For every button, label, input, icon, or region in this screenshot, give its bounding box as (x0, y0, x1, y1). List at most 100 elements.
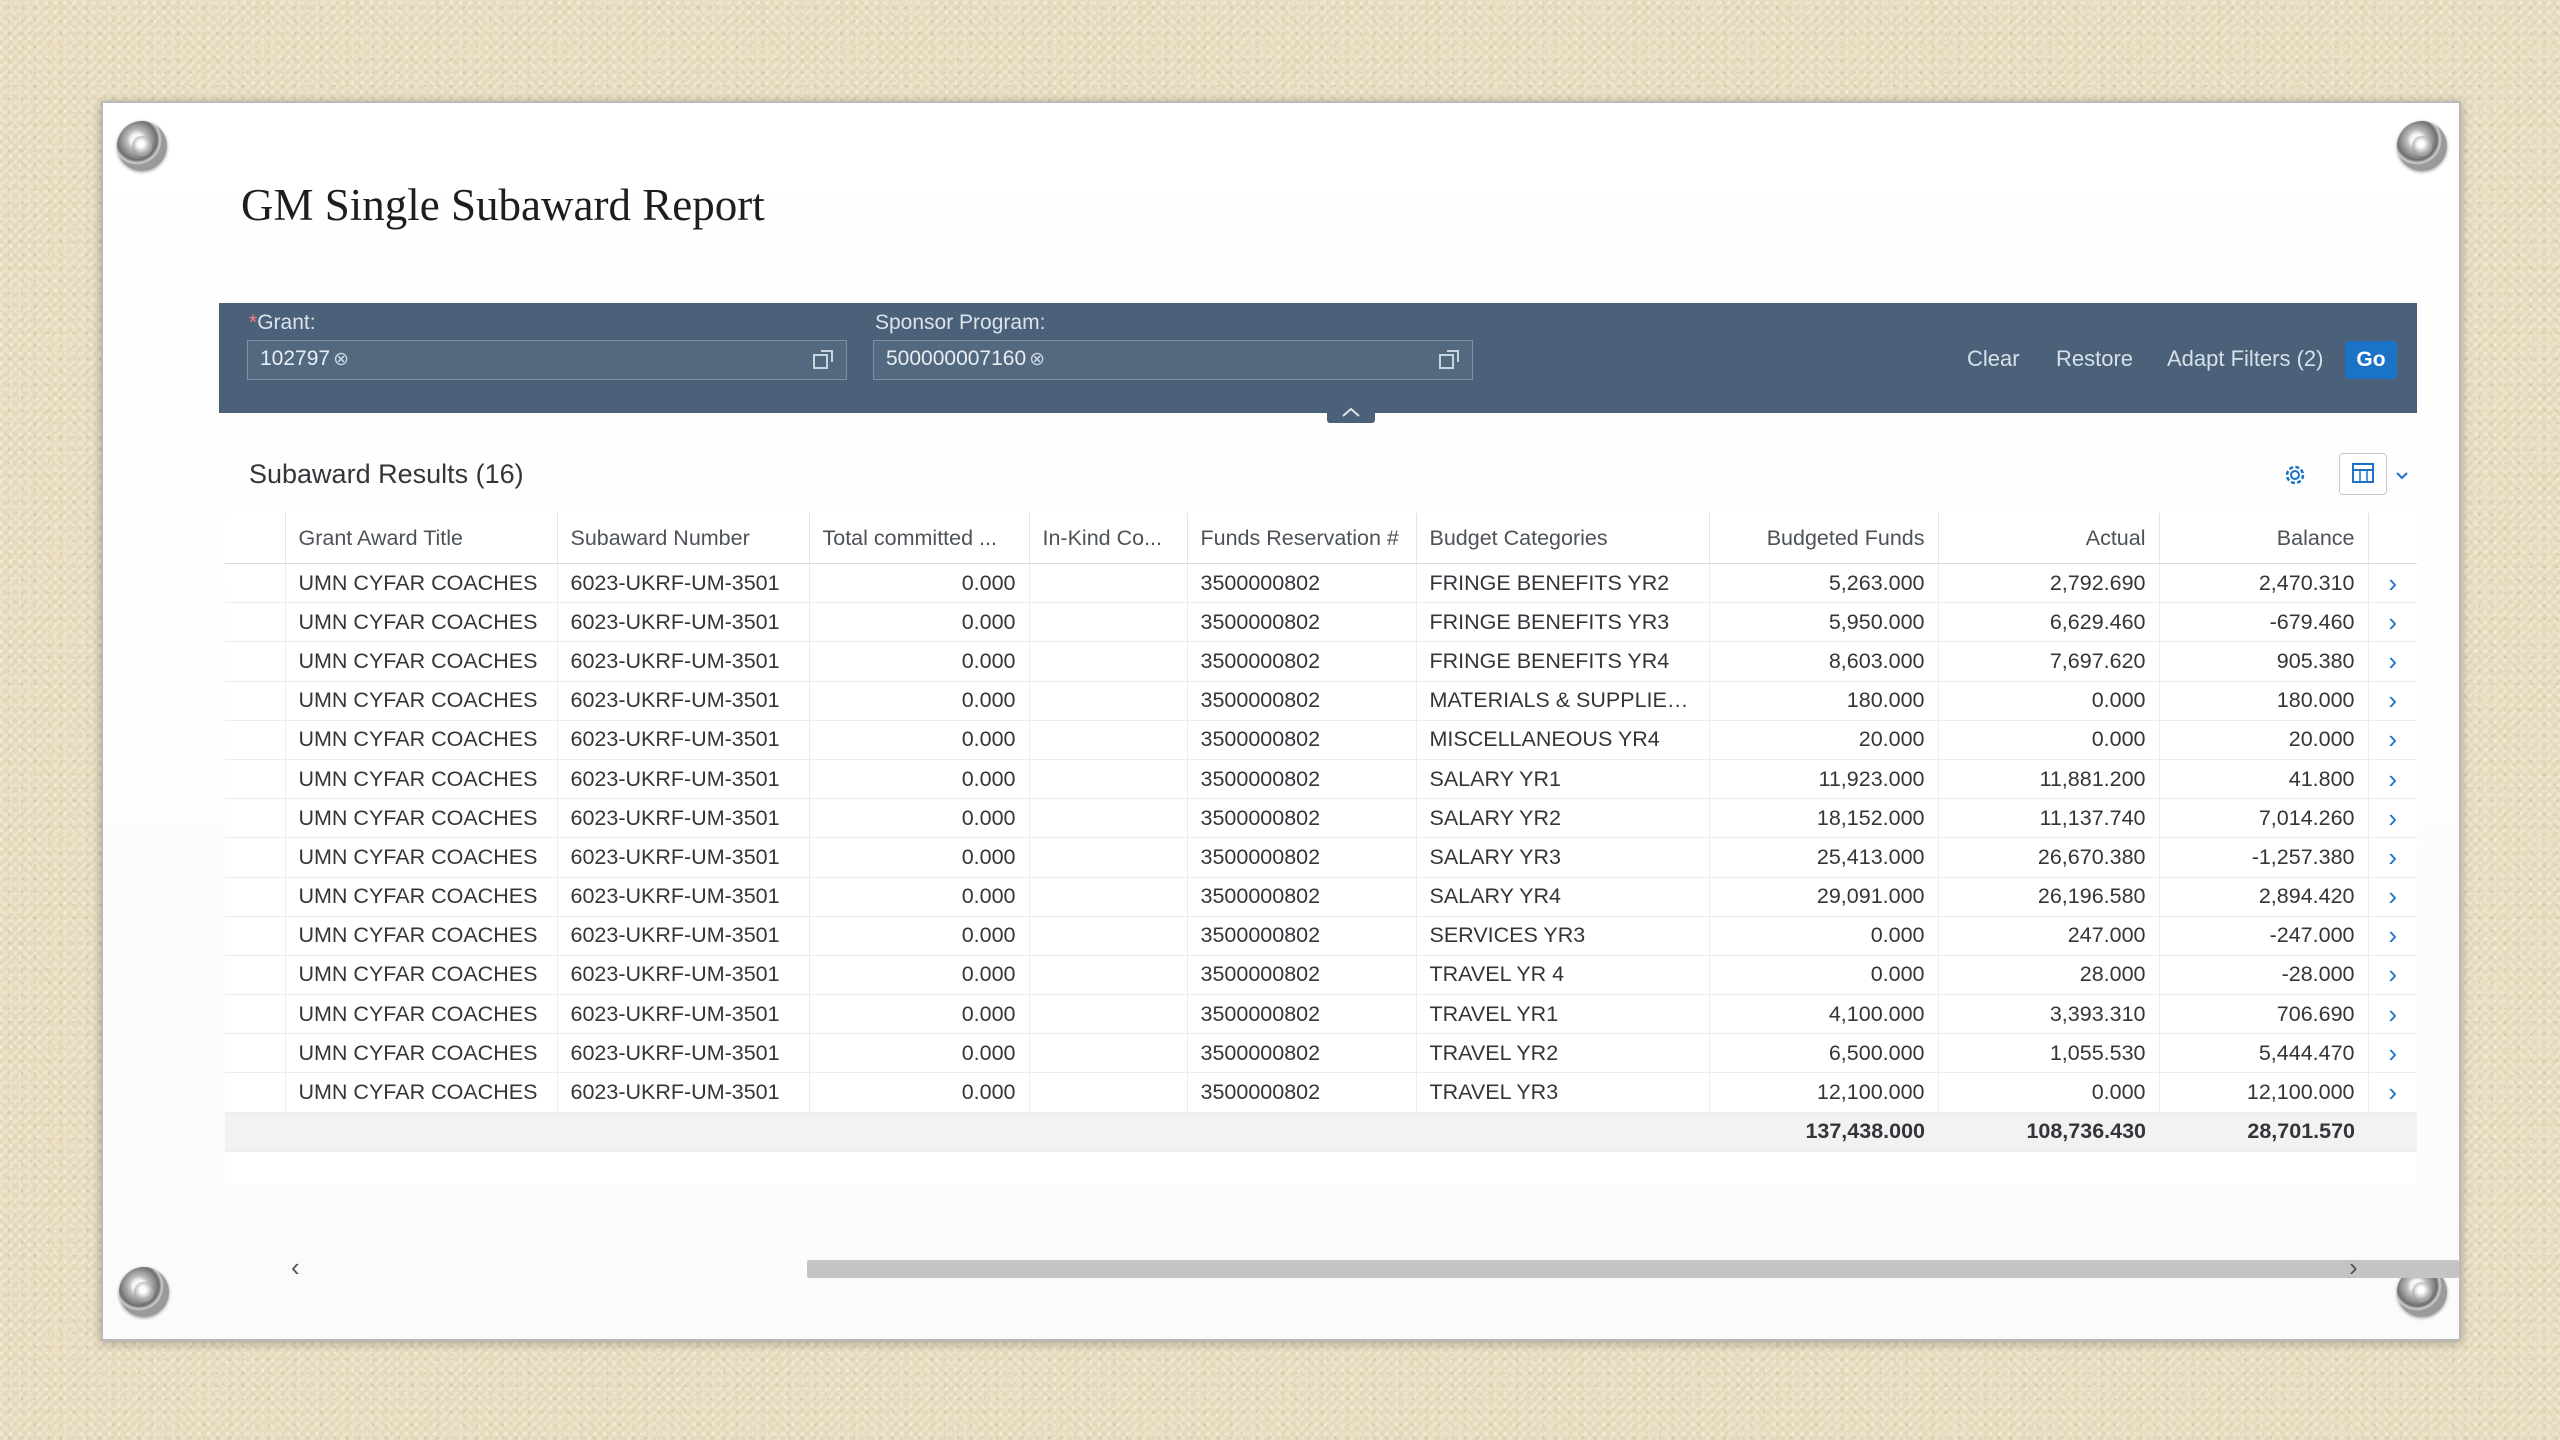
row-navigation-icon[interactable]: › (2368, 798, 2417, 839)
cell-reservation: 3500000802 (1187, 798, 1417, 839)
table-row[interactable]: UMN CYFAR COACHES 6023-UKRF-UM-3501 0.000 3… (225, 1072, 2417, 1113)
total-budgeted: 137,438.000 (1709, 1112, 1938, 1152)
cell-title: UMN CYFAR COACHES (285, 720, 558, 760)
cell-subaward: 6023-UKRF-UM-3501 (557, 994, 810, 1035)
column-header[interactable]: Funds Reservation # (1187, 513, 1417, 564)
row-navigation-icon[interactable]: › (2368, 1033, 2417, 1074)
cell-committed: 0.000 (809, 602, 1030, 643)
cell-subaward: 6023-UKRF-UM-3501 (557, 837, 810, 878)
row-selector[interactable] (225, 759, 286, 800)
row-selector[interactable] (225, 877, 286, 917)
sponsor-filter-input[interactable]: 500000007160 ⊗ (873, 340, 1473, 380)
column-header[interactable]: Budget Categories (1416, 513, 1710, 564)
row-navigation-icon[interactable]: › (2368, 602, 2417, 643)
cell-title: UMN CYFAR COACHES (285, 798, 558, 839)
clear-button[interactable]: Clear (1967, 346, 2020, 372)
table-row[interactable]: UMN CYFAR COACHES 6023-UKRF-UM-3501 0.000 3… (225, 877, 2417, 917)
column-header[interactable]: Budgeted Funds (1709, 513, 1939, 564)
row-selector[interactable] (225, 681, 286, 721)
scrollbar-thumb[interactable] (807, 1260, 2459, 1278)
row-selector[interactable] (225, 563, 286, 604)
row-selector[interactable] (225, 994, 286, 1035)
column-header[interactable]: Actual (1938, 513, 2160, 564)
row-navigation-icon[interactable]: › (2368, 916, 2417, 956)
row-navigation-icon[interactable]: › (2368, 955, 2417, 996)
cell-inkind (1029, 602, 1188, 643)
column-header[interactable]: Balance (2159, 513, 2369, 564)
export-button[interactable] (2339, 453, 2387, 495)
row-navigation-icon[interactable]: › (2368, 994, 2417, 1035)
cell-committed: 0.000 (809, 916, 1030, 956)
row-selector[interactable] (225, 1072, 286, 1113)
row-selector[interactable] (225, 1033, 286, 1074)
cell-balance: 7,014.260 (2159, 798, 2369, 839)
row-navigation-icon[interactable]: › (2368, 720, 2417, 760)
totals-row: 137,438.000 108,736.430 28,701.570 (225, 1112, 2417, 1152)
horizontal-scrollbar[interactable]: ‹ › (225, 1252, 2459, 1284)
results-table-container: Grant Award Title Subaward Number Total … (225, 513, 2417, 1185)
cell-category: SERVICES YR3 (1416, 916, 1710, 956)
token-remove-icon[interactable]: ⊗ (333, 349, 349, 370)
column-header[interactable]: Total committed ... (809, 513, 1030, 564)
cell-inkind (1029, 837, 1188, 878)
table-row[interactable]: UMN CYFAR COACHES 6023-UKRF-UM-3501 0.000 3… (225, 916, 2417, 956)
table-row[interactable]: UMN CYFAR COACHES 6023-UKRF-UM-3501 0.000 3… (225, 641, 2417, 682)
cell-actual: 11,137.740 (1938, 798, 2160, 839)
row-navigation-icon[interactable]: › (2368, 1072, 2417, 1113)
sponsor-filter-label: Sponsor Program: (875, 311, 1046, 334)
row-selector[interactable] (225, 916, 286, 956)
row-selector[interactable] (225, 641, 286, 682)
grant-filter-label: *Grant: (249, 311, 316, 335)
row-navigation-icon[interactable]: › (2368, 563, 2417, 604)
cell-subaward: 6023-UKRF-UM-3501 (557, 563, 810, 604)
table-row[interactable]: UMN CYFAR COACHES 6023-UKRF-UM-3501 0.000 3… (225, 681, 2417, 721)
report-sheet: GM Single Subaward Report *Grant: 102797… (101, 101, 2461, 1341)
table-row[interactable]: UMN CYFAR COACHES 6023-UKRF-UM-3501 0.000 3… (225, 1033, 2417, 1074)
table-row[interactable]: UMN CYFAR COACHES 6023-UKRF-UM-3501 0.000 3… (225, 837, 2417, 878)
table-row[interactable]: UMN CYFAR COACHES 6023-UKRF-UM-3501 0.000 3… (225, 720, 2417, 760)
row-navigation-icon[interactable]: › (2368, 641, 2417, 682)
table-row[interactable]: UMN CYFAR COACHES 6023-UKRF-UM-3501 0.000 3… (225, 759, 2417, 800)
adapt-filters-button[interactable]: Adapt Filters (2) (2167, 346, 2324, 372)
cell-reservation: 3500000802 (1187, 994, 1417, 1035)
row-selector[interactable] (225, 720, 286, 760)
row-selector[interactable] (225, 798, 286, 839)
cell-title: UMN CYFAR COACHES (285, 681, 558, 721)
row-navigation-icon[interactable]: › (2368, 837, 2417, 878)
cell-reservation: 3500000802 (1187, 641, 1417, 682)
row-navigation-icon[interactable]: › (2368, 877, 2417, 917)
column-header[interactable]: In-Kind Co... (1029, 513, 1188, 564)
cell-budgeted: 25,413.000 (1709, 837, 1939, 878)
restore-button[interactable]: Restore (2056, 346, 2133, 372)
column-header[interactable]: Grant Award Title (285, 513, 558, 564)
row-selector[interactable] (225, 955, 286, 996)
table-row[interactable]: UMN CYFAR COACHES 6023-UKRF-UM-3501 0.000 3… (225, 955, 2417, 996)
grant-filter-input[interactable]: 102797 ⊗ (247, 340, 847, 380)
chevron-up-icon (1342, 407, 1360, 417)
screw-top-left-icon (117, 121, 167, 171)
table-row[interactable]: UMN CYFAR COACHES 6023-UKRF-UM-3501 0.000 3… (225, 994, 2417, 1035)
value-help-icon[interactable] (812, 349, 834, 371)
value-help-icon[interactable] (1438, 349, 1460, 371)
cell-reservation: 3500000802 (1187, 1033, 1417, 1074)
totals-empty-cell (1187, 1112, 1416, 1152)
scroll-left-icon[interactable]: ‹ (291, 1252, 300, 1283)
table-row[interactable]: UMN CYFAR COACHES 6023-UKRF-UM-3501 0.000 3… (225, 563, 2417, 604)
row-selector[interactable] (225, 837, 286, 878)
column-header[interactable]: Subaward Number (557, 513, 810, 564)
row-selector[interactable] (225, 602, 286, 643)
token-remove-icon[interactable]: ⊗ (1029, 349, 1045, 370)
cell-actual: 6,629.460 (1938, 602, 2160, 643)
sponsor-token[interactable]: 500000007160 ⊗ (886, 347, 1045, 371)
table-row[interactable]: UMN CYFAR COACHES 6023-UKRF-UM-3501 0.000 3… (225, 798, 2417, 839)
grant-token[interactable]: 102797 ⊗ (260, 347, 349, 371)
export-menu-chevron-icon[interactable] (2389, 463, 2415, 489)
collapse-header-button[interactable] (1327, 403, 1375, 423)
go-button[interactable]: Go (2345, 341, 2397, 379)
table-row[interactable]: UMN CYFAR COACHES 6023-UKRF-UM-3501 0.000 3… (225, 602, 2417, 643)
gear-icon[interactable] (2281, 461, 2309, 489)
row-navigation-icon[interactable]: › (2368, 759, 2417, 800)
row-navigation-icon[interactable]: › (2368, 681, 2417, 721)
cell-budgeted: 18,152.000 (1709, 798, 1939, 839)
scroll-right-icon[interactable]: › (2349, 1252, 2358, 1283)
